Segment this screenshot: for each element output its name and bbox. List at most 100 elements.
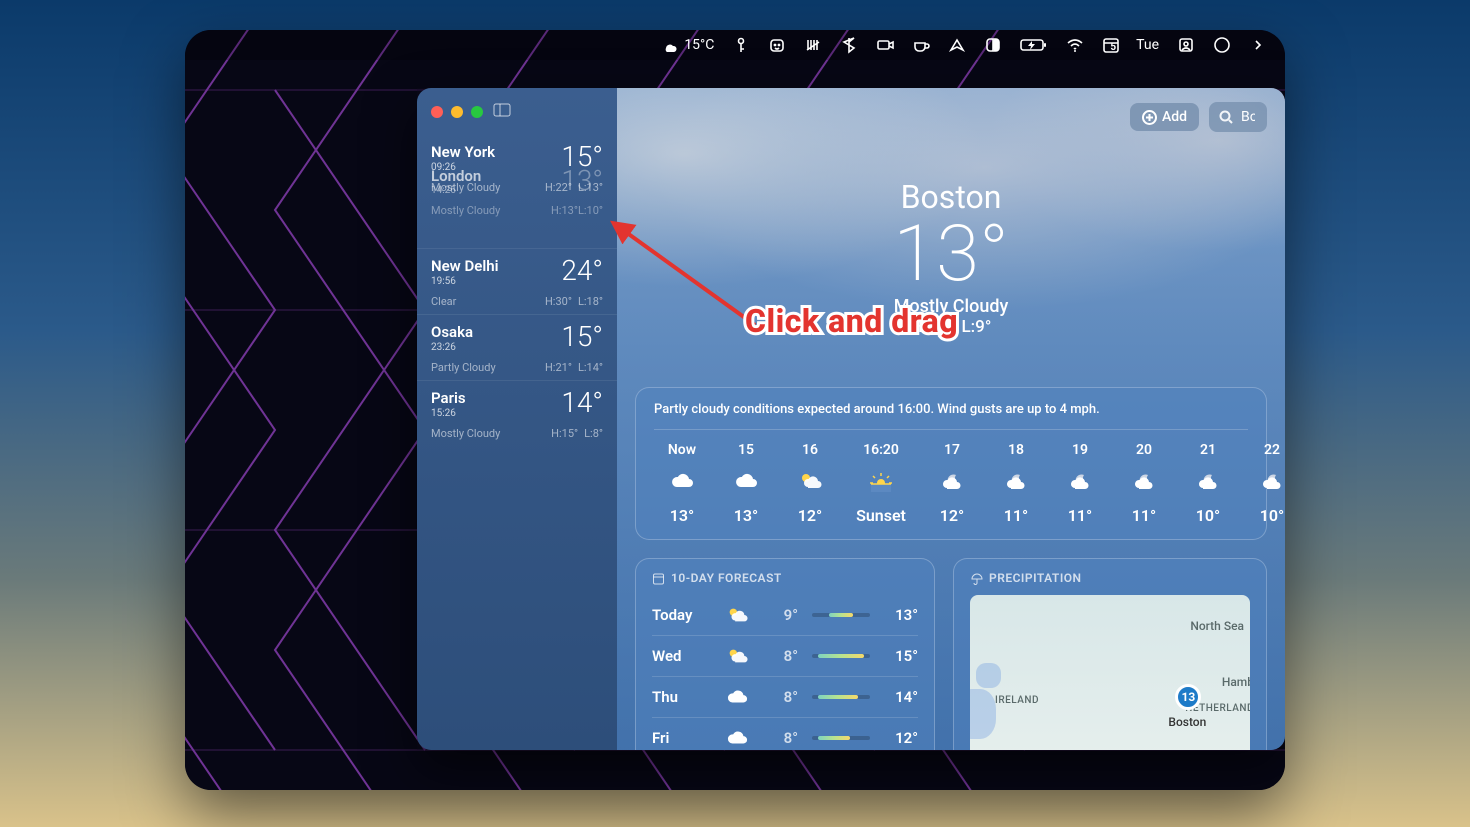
hour-cell[interactable]: 18 11° xyxy=(988,442,1044,525)
hour-temp: 11° xyxy=(1116,506,1172,525)
search-field[interactable] xyxy=(1209,102,1267,132)
hour-cell[interactable]: 22 10° xyxy=(1244,442,1285,525)
topbar: Add xyxy=(1130,102,1267,132)
ten-day-forecast-panel[interactable]: 10-DAY FORECAST Today 9° 13°Wed 8° 15°Th… xyxy=(635,558,935,750)
cloud-night-icon xyxy=(1052,464,1108,498)
day-name: Fri xyxy=(652,729,710,747)
calendar-icon xyxy=(652,572,665,585)
menubar-contrast-icon[interactable] xyxy=(984,36,1002,54)
city-time: 15:26 xyxy=(431,408,466,419)
day-low: 9° xyxy=(764,606,798,624)
city-condition: Mostly Cloudy xyxy=(431,427,500,440)
hour-cell[interactable]: 16 12° xyxy=(782,442,838,525)
hour-cell[interactable]: 15 13° xyxy=(718,442,774,525)
city-condition: Partly Cloudy xyxy=(431,361,496,374)
hourly-row[interactable]: Now 13°15 13°16 12°16:20 Sunset17 12°18 … xyxy=(654,430,1248,525)
day-low: 8° xyxy=(764,688,798,706)
cloud-night-icon xyxy=(1244,464,1285,498)
plus-circle-icon xyxy=(1142,110,1157,125)
minimize-button[interactable] xyxy=(451,106,463,118)
menubar-day: Tue xyxy=(1136,37,1159,53)
menubar-face-icon[interactable] xyxy=(768,36,786,54)
menubar-battery-icon[interactable] xyxy=(1020,36,1048,54)
city-low: L:8° xyxy=(584,427,603,440)
hour-temp: 13° xyxy=(718,506,774,525)
precipitation-title: PRECIPITATION xyxy=(970,571,1250,585)
hourly-forecast-panel[interactable]: Partly cloudy conditions expected around… xyxy=(635,387,1267,540)
forecast-day-row[interactable]: Fri 8° 12° xyxy=(652,717,918,750)
city-row[interactable]: Paris15:26 14° Mostly CloudyH:15°L:8° xyxy=(417,380,617,446)
temp-range-bar xyxy=(812,695,870,699)
hourly-summary: Partly cloudy conditions expected around… xyxy=(654,402,1248,430)
city-name: New Delhi xyxy=(431,257,499,275)
hour-cell[interactable]: 19 11° xyxy=(1052,442,1108,525)
day-high: 15° xyxy=(884,647,918,665)
hour-label: 21 xyxy=(1180,442,1236,458)
screenshot-frame: 15°C 5 Tue xyxy=(185,30,1285,790)
hour-label: 19 xyxy=(1052,442,1108,458)
hour-cell[interactable]: 16:20 Sunset xyxy=(846,442,916,525)
menubar-airdrop-icon[interactable] xyxy=(948,36,966,54)
precipitation-panel[interactable]: PRECIPITATION North Sea IRELAND NETHERLA… xyxy=(953,558,1267,750)
day-name: Wed xyxy=(652,647,710,665)
cloud-icon xyxy=(654,464,710,498)
search-input[interactable] xyxy=(1239,108,1257,126)
hour-cell[interactable]: 21 10° xyxy=(1180,442,1236,525)
menubar-user-icon[interactable] xyxy=(1177,36,1195,54)
menubar-tally-icon[interactable] xyxy=(804,36,822,54)
city-condition: Mostly Cloudy xyxy=(431,181,500,194)
menubar-weather[interactable]: 15°C xyxy=(661,36,714,54)
city-row[interactable]: Osaka23:26 15° Partly CloudyH:21°L:14° xyxy=(417,314,617,380)
city-name: New York xyxy=(431,143,495,161)
hour-cell[interactable]: 20 11° xyxy=(1116,442,1172,525)
maximize-button[interactable] xyxy=(471,106,483,118)
current-temp: 13° xyxy=(635,216,1267,294)
precipitation-map[interactable]: North Sea IRELAND NETHERLAND Hamb 13 Bos… xyxy=(970,595,1250,750)
city-row[interactable]: New York 09:26 15° Mostly Cloudy H:22°L:… xyxy=(417,135,617,248)
city-time: 23:26 xyxy=(431,342,473,353)
menubar-temp: 15°C xyxy=(684,37,714,53)
current-high-low: H:13° L:9° xyxy=(635,317,1267,337)
menubar-chevron-icon[interactable] xyxy=(1249,36,1267,54)
menubar-bluetooth-icon[interactable] xyxy=(840,36,858,54)
city-temp: 14° xyxy=(561,389,603,417)
city-high: H:15° xyxy=(551,427,578,440)
hour-temp: Sunset xyxy=(846,506,916,525)
menubar-siri-icon[interactable] xyxy=(1213,36,1231,54)
add-button-label: Add xyxy=(1162,109,1187,125)
sidebar-toggle-icon[interactable] xyxy=(493,102,511,121)
current-condition: Mostly Cloudy xyxy=(635,296,1267,317)
search-icon xyxy=(1219,110,1233,124)
menubar-wifi-icon[interactable] xyxy=(1066,36,1084,54)
forecast-day-row[interactable]: Today 9° 13° xyxy=(652,595,918,635)
day-low: 8° xyxy=(764,647,798,665)
current-low: L:9° xyxy=(962,317,992,337)
city-temp: 15° xyxy=(561,143,603,171)
hour-cell[interactable]: Now 13° xyxy=(654,442,710,525)
partly-icon xyxy=(782,464,838,498)
add-button[interactable]: Add xyxy=(1130,103,1199,131)
forecast-day-row[interactable]: Thu 8° 14° xyxy=(652,676,918,717)
menubar-date[interactable]: 5 Tue xyxy=(1102,36,1159,54)
partly-icon xyxy=(724,645,750,667)
menubar-camera-icon[interactable] xyxy=(876,36,894,54)
cloud-night-icon xyxy=(988,464,1044,498)
map-label-ireland: IRELAND xyxy=(995,695,1039,706)
city-row[interactable]: New Delhi19:56 24° ClearH:30°L:18° xyxy=(417,248,617,314)
city-low: L:13° xyxy=(578,181,603,194)
menubar-key-icon[interactable] xyxy=(732,36,750,54)
main-pane: Add Boston 13° Mostly Cloudy H:13° L:9° … xyxy=(617,88,1285,750)
current-weather-hero: Boston 13° Mostly Cloudy H:13° L:9° xyxy=(635,178,1267,337)
forecast-day-row[interactable]: Wed 8° 15° xyxy=(652,635,918,676)
close-button[interactable] xyxy=(431,106,443,118)
day-name: Today xyxy=(652,606,710,624)
hour-label: Now xyxy=(654,442,710,458)
window-titlebar xyxy=(417,98,617,131)
hour-cell[interactable]: 17 12° xyxy=(924,442,980,525)
menubar-coffee-icon[interactable] xyxy=(912,36,930,54)
hour-label: 17 xyxy=(924,442,980,458)
city-low: L:18° xyxy=(578,295,603,308)
sunset-icon xyxy=(846,464,916,498)
map-pin-label: Boston xyxy=(1168,715,1206,729)
hour-label: 16:20 xyxy=(846,442,916,458)
